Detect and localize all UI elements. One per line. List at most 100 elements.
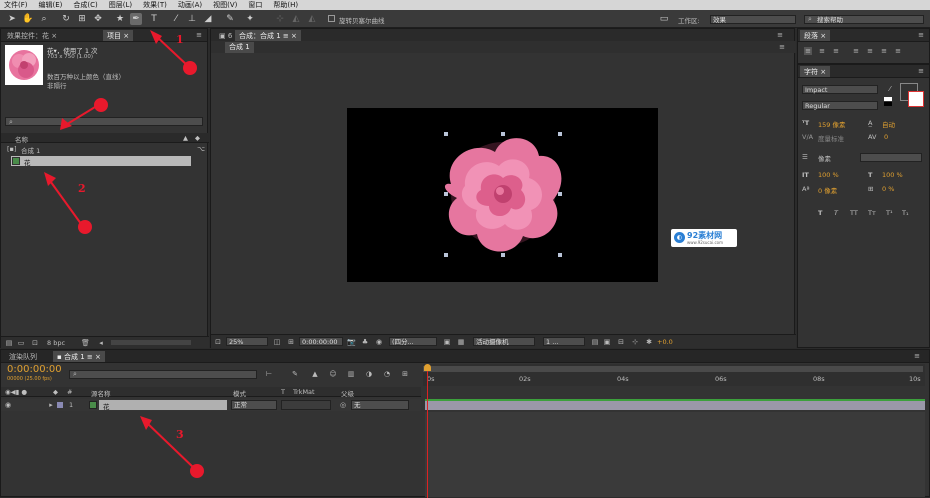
menu-composition[interactable]: 合成(C) [73,0,97,10]
menu-animation[interactable]: 动画(A) [178,0,202,10]
justify-center-icon[interactable]: ≡ [866,47,874,55]
menu-edit[interactable]: 编辑(E) [39,0,63,10]
graph-editor-icon[interactable]: ◔ [383,370,391,378]
parent-select[interactable]: 无 [351,400,409,410]
column-source-name[interactable]: 源名称 [91,388,111,398]
layer-label-color[interactable] [57,402,63,408]
faux-italic-button[interactable]: T [834,209,838,217]
resolution-icon[interactable]: ◫ [273,338,281,346]
horizontal-scrollbar[interactable] [111,340,191,345]
panel-menu-icon[interactable]: ≡ [913,352,921,360]
menu-window[interactable]: 窗口 [248,0,262,10]
align-right-icon[interactable]: ≡ [832,47,840,55]
frame-blending-icon[interactable]: ▥ [347,370,355,378]
visibility-eye-icon[interactable]: ◉ [4,401,12,409]
layer-row[interactable]: ◉ ▸ 1 花 正常 ◎ 无 [1,399,421,411]
tab-paragraph[interactable]: 段落 × [800,30,831,41]
always-preview-icon[interactable]: ⊡ [214,338,222,346]
brush-tool-icon[interactable]: ⁄ [170,13,182,25]
roto-brush-tool-icon[interactable]: ✎ [224,13,236,25]
new-composition-icon[interactable]: ⊡ [31,339,39,347]
stroke-unit[interactable]: 像素 [818,153,831,163]
faux-bold-button[interactable]: T [818,209,822,217]
zoom-select[interactable]: 25% [226,337,268,346]
column-mode[interactable]: 模式 [233,388,246,398]
tab-render-queue[interactable]: 渲染队列 [5,351,41,362]
panel-menu-icon[interactable]: ≡ [195,31,203,39]
type-tool-icon[interactable]: T [148,13,160,25]
eraser-tool-icon[interactable]: ◢ [202,13,214,25]
column-name[interactable]: 名称 [15,134,28,144]
flowchart-icon[interactable]: ⊹ [631,338,639,346]
time-ruler[interactable]: 0s 02s 04s 06s 08s 10s [423,364,925,386]
panel-menu-icon[interactable]: ≡ [917,31,925,39]
column-number[interactable]: # [67,388,72,396]
motion-blur-icon[interactable]: ◑ [365,370,373,378]
menu-help[interactable]: 帮助(H) [273,0,298,10]
exposure-icon[interactable]: ✱ [645,338,653,346]
pen-tool-icon[interactable]: ✒ [130,13,142,25]
project-bpc[interactable]: 8 bpc [47,339,65,347]
new-folder-icon[interactable]: ▭ [17,339,25,347]
clone-stamp-tool-icon[interactable]: ⊥ [186,13,198,25]
snapshot-icon[interactable]: 📷 [347,338,356,346]
mask-star-tool-icon[interactable]: ★ [114,13,126,25]
toggle-pixel-icon[interactable]: ▤ [591,338,599,346]
menu-effect[interactable]: 效果(T) [143,0,167,10]
tracking-value[interactable]: 0 [884,133,888,141]
comp-timecode[interactable]: 0:00:00:00 [299,337,343,346]
leading-value[interactable]: 自动 [882,119,895,129]
shy-icon[interactable]: ☺ [329,370,337,378]
lock-icon[interactable]: ▣ 6 [215,30,236,41]
resolution-select[interactable]: (四分... [389,337,437,346]
font-family-select[interactable]: Impact [802,85,878,94]
panel-menu-icon[interactable]: ≡ [776,31,784,39]
playhead-handle[interactable] [424,364,431,371]
tab-comp-viewer[interactable]: 合成 1 [225,42,254,53]
timeline-icon[interactable]: ⊟ [617,338,625,346]
hand-tool-icon[interactable]: ✋ [22,13,34,25]
show-snapshot-icon[interactable]: ♣ [361,338,369,346]
comp-mini-flowchart-icon[interactable]: ⊢ [265,370,273,378]
tab-character[interactable]: 字符 × [800,66,831,77]
subscript-button[interactable]: T₁ [902,209,909,217]
stroke-color-swatch[interactable] [908,91,924,107]
expand-arrow-icon[interactable]: ▸ [47,401,55,409]
trkmat-select[interactable] [281,400,331,410]
black-swatch[interactable] [884,102,892,106]
sort-icon[interactable]: ▲ [183,134,188,142]
project-row-selected[interactable]: 花 [11,156,191,167]
hierarchy-icon[interactable]: ⌥ [197,145,205,153]
superscript-button[interactable]: T¹ [886,209,893,217]
zoom-tool-icon[interactable]: ⌕ [38,13,50,25]
region-of-interest-icon[interactable]: ▣ [443,338,451,346]
draft-3d-icon[interactable]: ▲ [311,370,319,378]
small-caps-button[interactable]: Tт [868,209,876,217]
pan-behind-tool-icon[interactable]: ✥ [92,13,104,25]
viewer-menu-icon[interactable]: ≡ [778,43,786,51]
column-t[interactable]: T [281,388,285,396]
column-parent[interactable]: 父级 [341,388,354,398]
pick-whip-icon[interactable]: ◎ [339,401,347,409]
puppet-tool-icon[interactable]: ✦ [244,13,256,25]
interpret-footage-icon[interactable]: ▤ [5,339,13,347]
tab-composition[interactable]: 合成：合成 1 ≡ × [235,30,301,41]
workspace-select[interactable]: 效果 [710,15,796,24]
layer-name-field[interactable]: 花 [99,400,227,411]
selection-tool-icon[interactable]: ➤ [6,13,18,25]
layer-duration-bar[interactable] [425,399,925,410]
tsume-value[interactable]: 0 % [882,185,894,193]
all-caps-button[interactable]: TT [850,209,858,217]
camera-select[interactable]: 活动摄像机 [473,337,535,346]
blend-mode-select[interactable]: 正常 [231,400,277,410]
search-help-input[interactable]: 搜索帮助 [804,15,924,24]
tab-timeline-comp[interactable]: ▪ 合成 1 ≡ × [53,351,105,362]
view-layout-select[interactable]: 1 ... [543,337,585,346]
font-size-value[interactable]: 159 像素 [818,119,845,129]
justify-all-icon[interactable]: ≡ [894,47,902,55]
eyedropper-icon[interactable]: ⁄ [886,85,894,93]
timeline-track-area[interactable] [425,412,925,497]
work-area-bar[interactable] [423,366,923,372]
exposure-value[interactable]: +0.0 [657,338,673,346]
live-update-icon[interactable]: ✎ [291,370,299,378]
